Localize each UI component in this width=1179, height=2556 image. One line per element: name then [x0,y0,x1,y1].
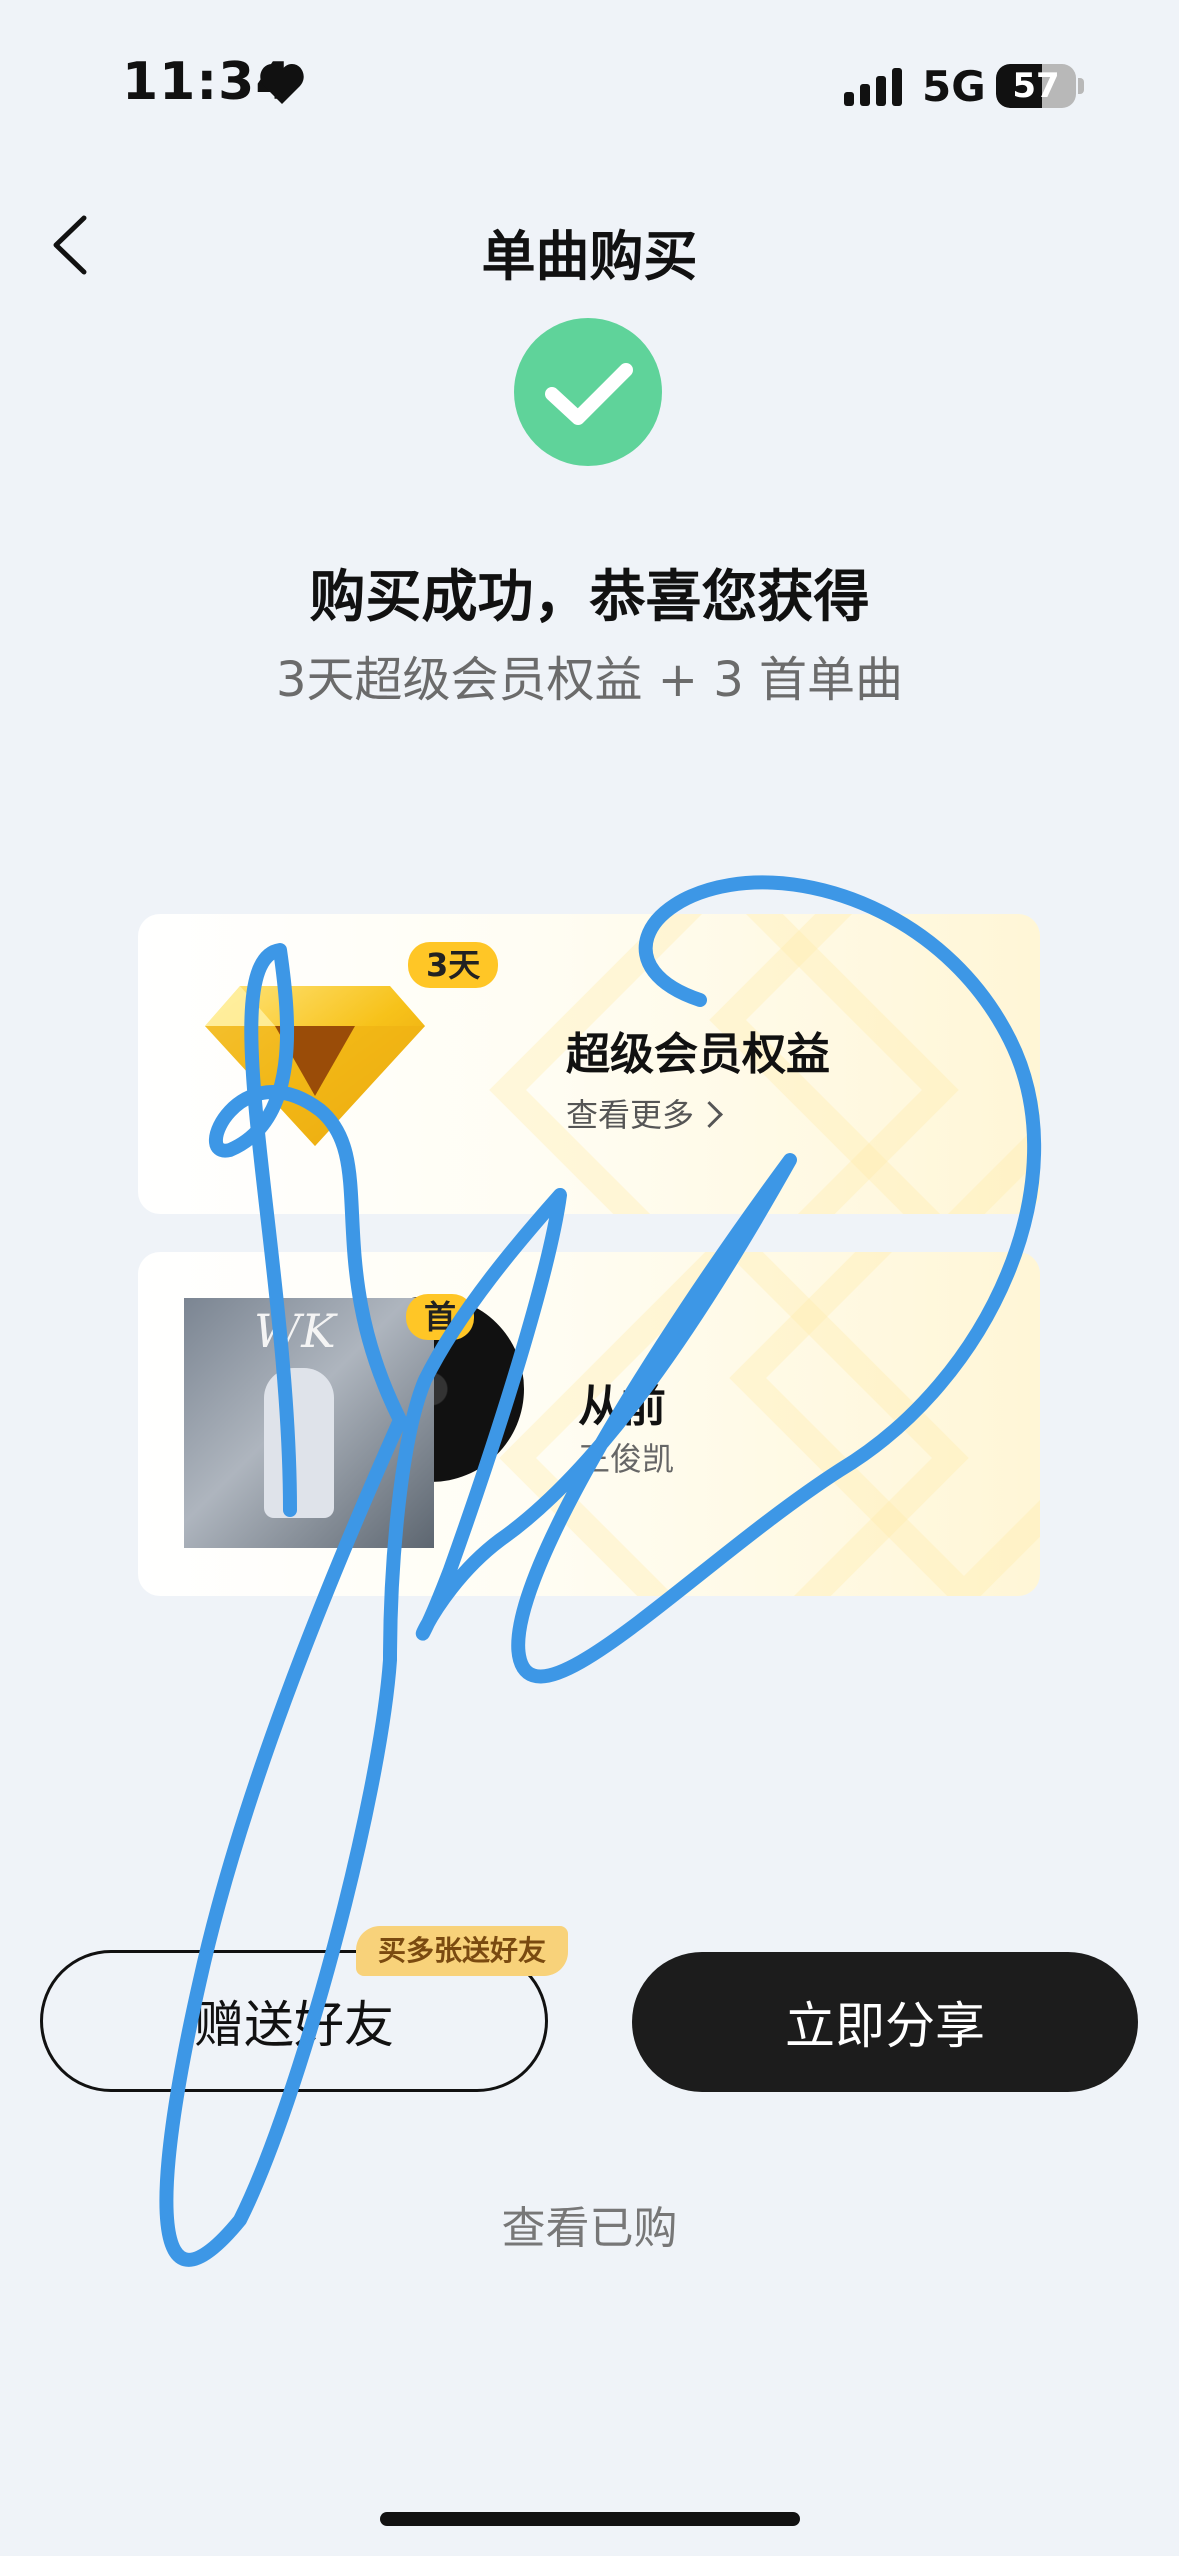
home-indicator[interactable] [380,2512,800,2526]
chevron-right-icon [696,1101,723,1128]
battery-tip [1078,78,1084,94]
checkmark-icon [545,363,633,425]
page-title: 单曲购买 [481,225,698,288]
signal-icon [844,68,902,106]
vip-duration-badge: 3天 [408,942,499,988]
network-label: 5G [922,62,986,111]
album-figure [264,1368,334,1518]
heart-icon [260,64,304,104]
album-cover: WK [184,1298,434,1548]
gift-promo-badge: 买多张送好友 [356,1926,569,1976]
vip-title: 超级会员权益 [566,1029,830,1080]
song-count-badge: 首 [406,1294,475,1340]
view-purchased-link[interactable]: 查看已购 [0,2192,1179,2256]
success-subtitle: 3天超级会员权益 + 3 首单曲 [275,652,904,708]
share-now-button[interactable]: 立即分享 [632,1952,1138,2092]
vip-more-label: 查看更多 [566,1096,695,1134]
song-card[interactable]: WK 首 从前 王俊凯 [138,1252,1040,1596]
diamond-icon [205,986,425,1146]
vip-benefit-card[interactable]: 3天 超级会员权益 查看更多 [138,914,1040,1214]
share-now-label: 立即分享 [785,1997,985,2055]
album-cover-text: WK [254,1304,336,1358]
battery-label: 57 [1012,66,1060,106]
success-check-icon [514,318,662,466]
song-artist: 王俊凯 [578,1440,675,1478]
vip-more-link[interactable]: 查看更多 [566,1090,723,1136]
song-title: 从前 [578,1381,666,1432]
battery-icon: 57 [996,64,1076,108]
success-title: 购买成功，恭喜您获得 [309,565,870,630]
gift-friend-label: 赠送好友 [194,1996,394,2054]
